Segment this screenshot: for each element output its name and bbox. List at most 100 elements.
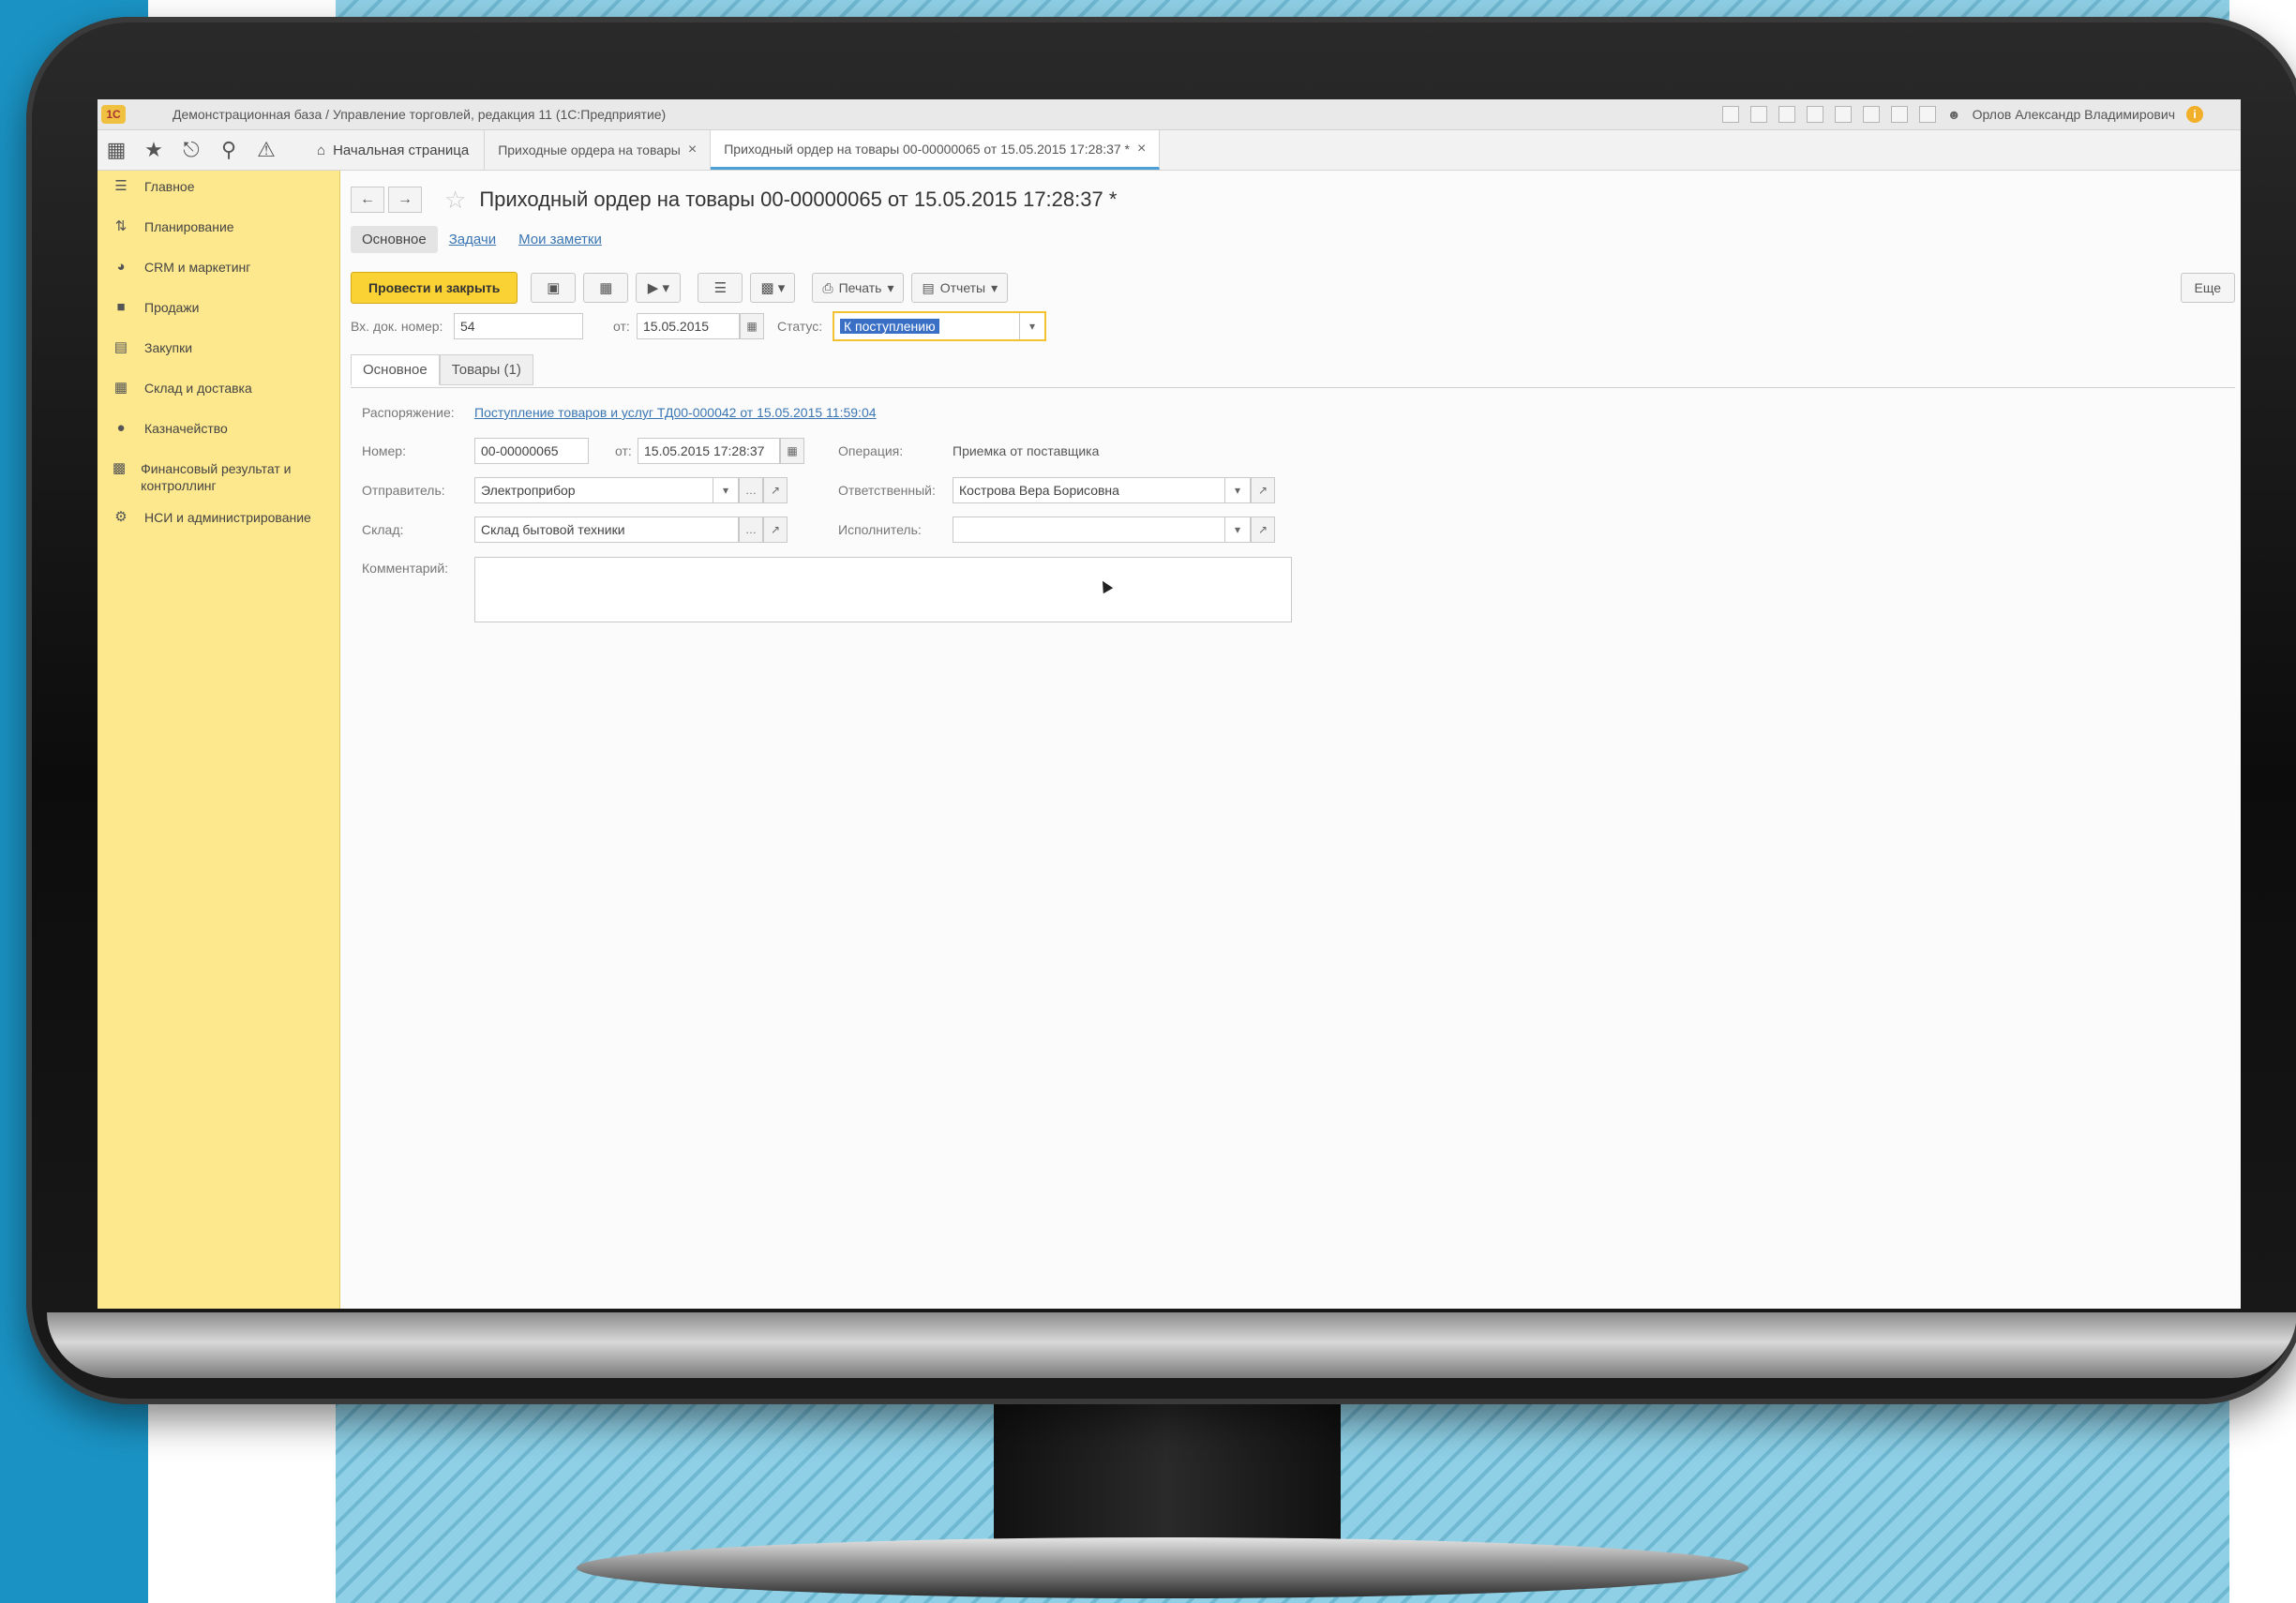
open-link-icon[interactable]: ↗ xyxy=(1251,517,1275,543)
comment-textarea[interactable] xyxy=(474,557,1292,622)
chart-icon: ▩ xyxy=(112,460,127,476)
related-docs-icon[interactable]: ▶ ▾ xyxy=(636,273,682,303)
close-icon[interactable]: × xyxy=(688,142,697,158)
sidebar-item-finance[interactable]: ▩ Финансовый результат и контроллинг xyxy=(98,453,339,502)
order-link[interactable]: Поступление товаров и услуг ТД00-000042 … xyxy=(474,405,877,420)
status-value: К поступлению xyxy=(840,319,939,334)
responsible-input[interactable]: Кострова Вера Борисовна ▾ xyxy=(953,477,1251,503)
incoming-date-input[interactable]: 15.05.2015 xyxy=(637,313,740,339)
sender-input[interactable]: Электроприбор ▾ xyxy=(474,477,739,503)
gear-icon: ⚙ xyxy=(114,509,128,525)
sidebar-item-treasury[interactable]: ● Казначейство xyxy=(98,412,339,453)
executor-label: Исполнитель: xyxy=(838,522,922,537)
sidebar-item-planning[interactable]: ⇅ Планирование xyxy=(98,211,339,251)
tab-goods[interactable]: Товары (1) xyxy=(439,354,533,385)
sidebar-item-label: Склад и доставка xyxy=(144,381,252,396)
bag-icon: ■ xyxy=(116,299,126,315)
printer-icon: ⎙ xyxy=(822,279,833,295)
ellipsis-icon[interactable]: … xyxy=(739,517,763,543)
comment-label: Комментарий: xyxy=(362,561,449,576)
calendar-icon[interactable]: ▦ xyxy=(740,313,764,339)
reports-button[interactable]: ▤ Отчеты ▾ xyxy=(911,273,1009,303)
inner-tabs: Основное Товары (1) xyxy=(351,354,533,385)
sidebar-item-label: Финансовый результат и контроллинг xyxy=(141,461,292,493)
zoom-icon[interactable] xyxy=(1890,106,1908,123)
sidebar-item-warehouse[interactable]: ▦ Склад и доставка xyxy=(98,372,339,412)
sidebar-item-label: Главное xyxy=(144,179,195,194)
operation-label: Операция: xyxy=(838,443,904,458)
back-button[interactable]: ← xyxy=(351,187,384,213)
structure-icon[interactable]: ☰ xyxy=(698,273,743,303)
document-form: ← → ☆ Приходный ордер на товары 00-00000… xyxy=(351,174,2235,1299)
tab-home[interactable]: ⌂ Начальная страница xyxy=(302,130,486,170)
more-button[interactable]: Еще xyxy=(2180,273,2235,303)
history-icon[interactable]: ⎋ xyxy=(173,130,210,170)
calendar-icon[interactable] xyxy=(1834,106,1852,123)
save-icon[interactable]: ▣ xyxy=(531,273,577,303)
create-based-icon[interactable]: ▩ ▾ xyxy=(750,273,796,303)
open-link-icon[interactable]: ↗ xyxy=(763,477,788,503)
nav-bar: ▦ ★ ⎋ ⚲ ⚠ ⌂ Начальная страница Приходные… xyxy=(98,130,2241,171)
user-icon: ☻ xyxy=(1946,107,1961,122)
tab-main[interactable]: Основное xyxy=(351,226,438,253)
print-button[interactable]: ⎙ Печать ▾ xyxy=(812,273,905,303)
calculator-icon[interactable] xyxy=(1862,106,1880,123)
bell-icon[interactable]: ⚠ xyxy=(248,130,285,170)
post-and-close-button[interactable]: Провести и закрыть xyxy=(351,272,518,304)
close-icon[interactable]: × xyxy=(1137,141,1146,157)
sections-sidebar: ☰ Главное ⇅ Планирование ◕ CRM и маркети… xyxy=(98,171,340,1309)
sidebar-item-label: НСИ и администрирование xyxy=(144,510,311,525)
chevron-down-icon[interactable]: ▾ xyxy=(1019,313,1044,339)
form-header: ← → ☆ Приходный ордер на товары 00-00000… xyxy=(351,184,1117,216)
tab-basic[interactable]: Основное xyxy=(351,354,440,385)
tab-tasks[interactable]: Задачи xyxy=(438,226,507,253)
sidebar-item-main[interactable]: ☰ Главное xyxy=(98,171,339,211)
sidebar-item-sales[interactable]: ■ Продажи xyxy=(98,292,339,332)
open-link-icon[interactable]: ↗ xyxy=(1251,477,1275,503)
ellipsis-icon[interactable]: … xyxy=(739,477,763,503)
chevron-down-icon[interactable]: ▾ xyxy=(1224,477,1250,503)
tab-receipt-orders[interactable]: Приходные ордера на товары × xyxy=(485,130,712,170)
form-subtabs: Основное Задачи Мои заметки xyxy=(351,226,613,253)
window-icon[interactable] xyxy=(1918,106,1936,123)
command-bar: Провести и закрыть ▣ ▦ ▶ ▾ ☰ ▩ ▾ ⎙ Печат… xyxy=(351,271,2235,305)
sidebar-item-purchases[interactable]: ▤ Закупки xyxy=(98,332,339,372)
open-link-icon[interactable]: ↗ xyxy=(763,517,788,543)
warehouse-icon: ▦ xyxy=(113,380,128,396)
warehouse-input[interactable]: Склад бытовой техники xyxy=(474,517,739,543)
chevron-down-icon[interactable]: ▾ xyxy=(713,477,738,503)
reports-label: Отчеты xyxy=(939,280,986,295)
toolbar-icon[interactable] xyxy=(1721,106,1739,123)
info-icon[interactable]: i xyxy=(2186,106,2203,123)
post-icon[interactable]: ▦ xyxy=(583,273,629,303)
chevron-down-icon[interactable]: ▾ xyxy=(1224,517,1250,543)
sidebar-item-label: Планирование xyxy=(144,219,234,234)
user-name[interactable]: Орлов Александр Владимирович xyxy=(1973,107,2175,122)
status-select[interactable]: К поступлению ▾ xyxy=(833,311,1046,341)
sender-label: Отправитель: xyxy=(362,483,445,498)
tab-notes[interactable]: Мои заметки xyxy=(507,226,613,253)
operation-value: Приемка от поставщика xyxy=(953,443,1100,458)
print-icon[interactable] xyxy=(1749,106,1767,123)
window-title: Демонстрационная база / Управление торго… xyxy=(173,107,667,122)
app-logo-icon[interactable]: 1С xyxy=(101,105,126,124)
tab-current-document[interactable]: Приходный ордер на товары 00-00000065 от… xyxy=(711,130,1161,170)
save-icon[interactable] xyxy=(1806,106,1823,123)
sidebar-item-admin[interactable]: ⚙ НСИ и администрирование xyxy=(98,502,339,542)
forward-button[interactable]: → xyxy=(388,187,422,213)
calendar-icon[interactable]: ▦ xyxy=(780,438,804,464)
favorite-star-icon[interactable]: ☆ xyxy=(444,186,466,215)
window-titlebar: 1С Демонстрационная база / Управление то… xyxy=(98,99,2241,130)
date-input[interactable]: 15.05.2015 17:28:37 xyxy=(638,438,780,464)
sidebar-item-crm[interactable]: ◕ CRM и маркетинг xyxy=(98,251,339,292)
incoming-number-input[interactable]: 54 xyxy=(454,313,583,339)
number-input[interactable]: 00-00000065 xyxy=(474,438,589,464)
report-icon: ▤ xyxy=(922,279,935,295)
executor-input[interactable]: ▾ xyxy=(953,517,1251,543)
status-label: Статус: xyxy=(777,319,823,334)
grid-menu-icon[interactable]: ▦ xyxy=(98,130,135,170)
preview-icon[interactable] xyxy=(1778,106,1795,123)
tab-divider xyxy=(351,387,2235,388)
star-icon[interactable]: ★ xyxy=(135,130,173,170)
search-icon[interactable]: ⚲ xyxy=(210,130,248,170)
